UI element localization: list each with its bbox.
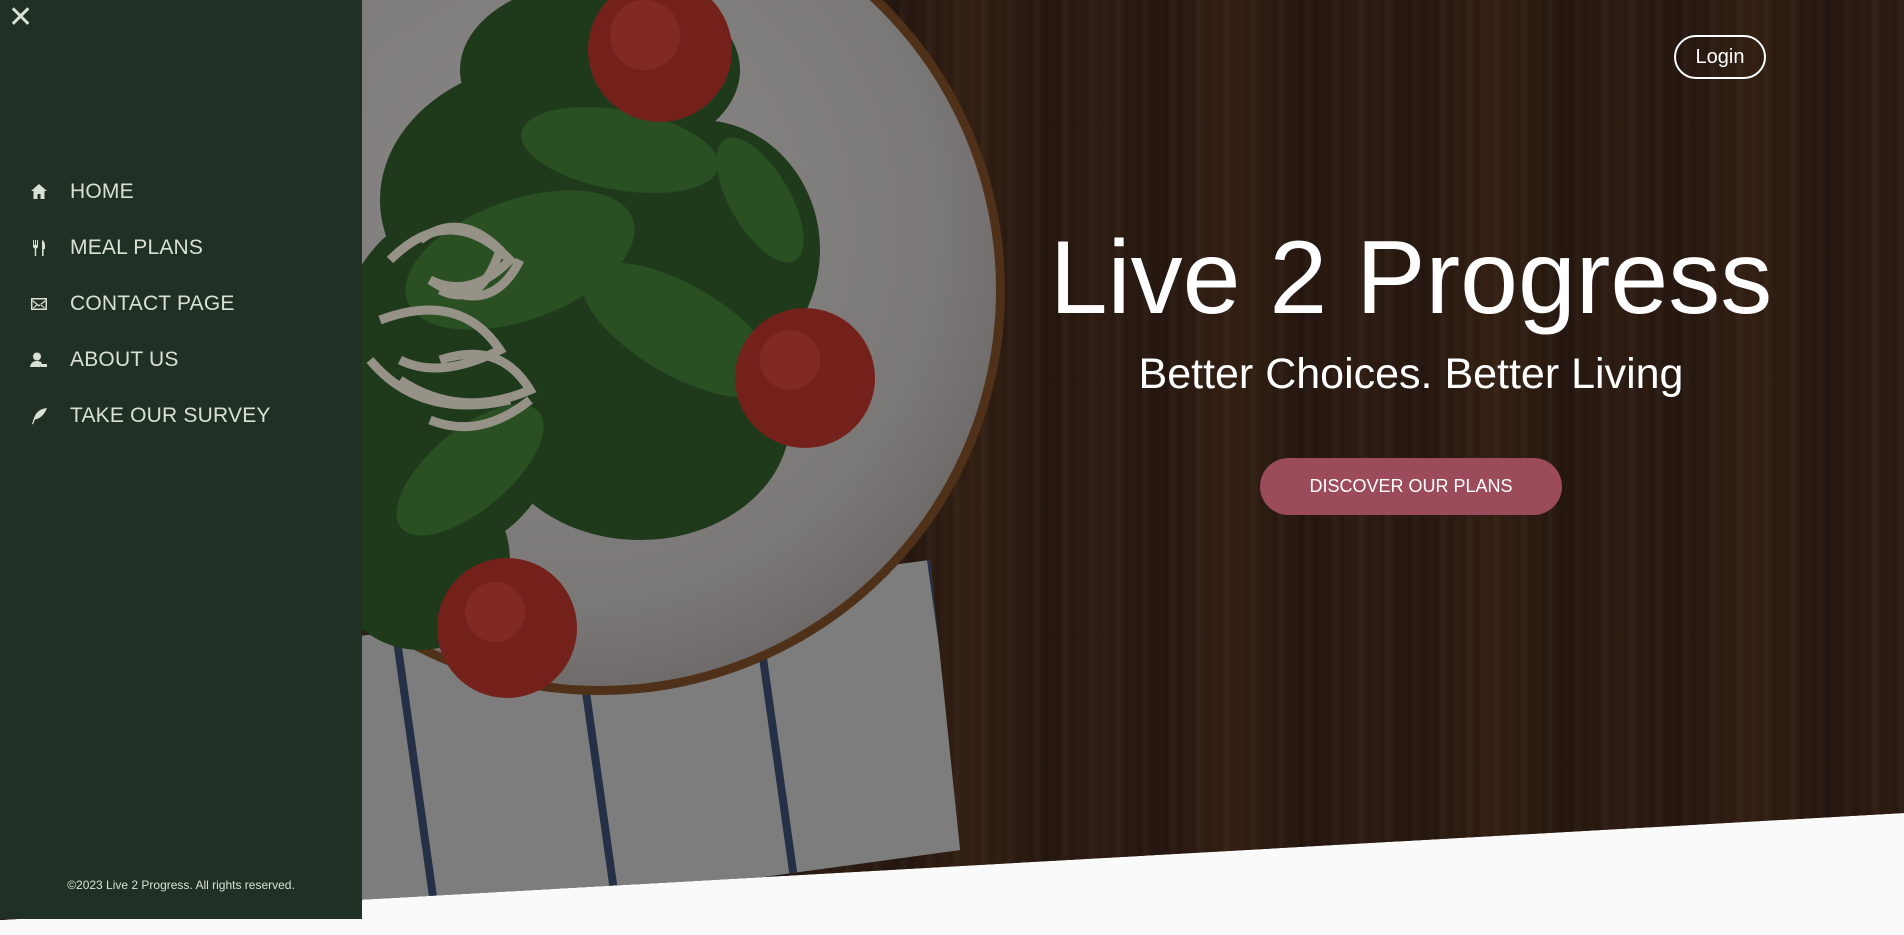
discover-plans-button[interactable]: DISCOVER OUR PLANS [1260,458,1562,515]
sidebar-item-take-our-survey[interactable]: TAKE OUR SURVEY [0,388,362,444]
envelope-icon [28,293,50,315]
sidebar-item-meal-plans[interactable]: MEAL PLANS [0,220,362,276]
sidebar-item-label: HOME [70,180,134,203]
sidebar-item-about-us[interactable]: ABOUT US [0,332,362,388]
sidebar-item-label: CONTACT PAGE [70,292,235,315]
close-icon[interactable]: ✕ [8,3,33,33]
fork-knife-icon [28,237,50,259]
sidebar-nav: HOME MEAL PLANS CONTACT PAGE ABOUT US TA… [0,164,362,444]
home-icon [28,181,50,203]
user-icon [28,349,50,371]
hero-title: Live 2 Progress [1049,220,1773,336]
page: ✕ HOME MEAL PLANS CONTACT PAGE ABOUT US … [0,0,1904,935]
sidebar-item-home[interactable]: HOME [0,164,362,220]
login-button[interactable]: Login [1674,35,1766,79]
sidebar-item-label: ABOUT US [70,348,179,371]
sidebar-item-label: MEAL PLANS [70,236,204,259]
hero-subtitle: Better Choices. Better Living [1138,350,1684,398]
feather-icon [28,405,50,427]
copyright-text: ©2023 Live 2 Progress. All rights reserv… [67,878,295,892]
sidebar-menu: ✕ HOME MEAL PLANS CONTACT PAGE ABOUT US … [0,0,362,919]
sidebar-item-contact-page[interactable]: CONTACT PAGE [0,276,362,332]
sidebar-item-label: TAKE OUR SURVEY [70,404,271,427]
